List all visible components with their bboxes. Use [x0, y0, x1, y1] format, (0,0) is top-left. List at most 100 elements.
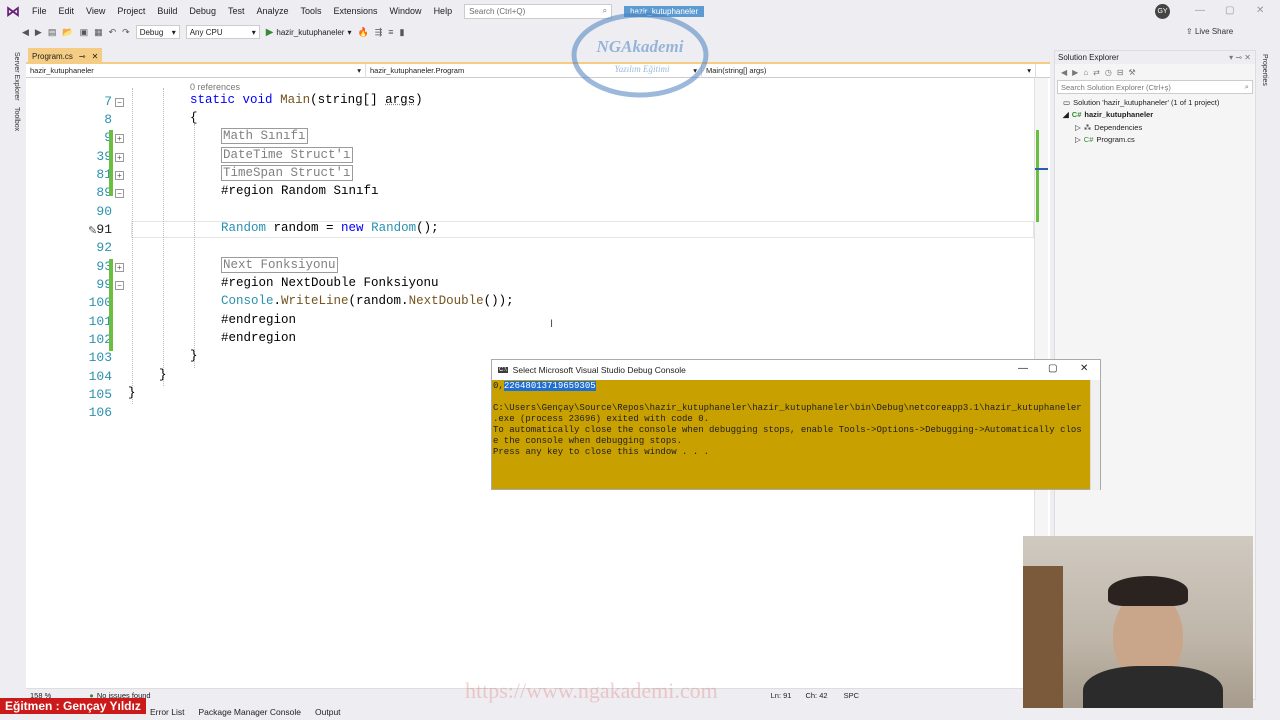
expand-icon[interactable]: +: [115, 263, 124, 272]
solution-search-input[interactable]: Search Solution Explorer (Ctrl+ş) ⌕: [1057, 80, 1253, 94]
menu-file[interactable]: File: [26, 6, 53, 16]
history-icon[interactable]: ◷: [1105, 68, 1112, 77]
menu-build[interactable]: Build: [151, 6, 183, 16]
menu-view[interactable]: View: [80, 6, 111, 16]
collapse-all-icon[interactable]: ⊟: [1117, 68, 1124, 77]
forward-icon[interactable]: ▶: [1072, 68, 1078, 77]
minimize-icon[interactable]: —: [1195, 5, 1205, 16]
bookmark-icon[interactable]: ▮: [400, 27, 405, 38]
hot-reload-icon[interactable]: 🔥: [357, 27, 368, 38]
expand-icon[interactable]: +: [115, 134, 124, 143]
save-all-icon[interactable]: ▦: [94, 27, 103, 38]
method-name: WriteLine: [281, 294, 349, 308]
right-tool-rail: Properties: [1258, 48, 1280, 700]
text-cursor-icon: I: [550, 318, 554, 330]
forward-icon[interactable]: ▶: [35, 27, 42, 38]
code-token: args: [385, 93, 416, 107]
configuration-value: Debug: [139, 27, 164, 37]
tab-output[interactable]: Output: [315, 707, 341, 717]
chevron-down-icon: ▾: [251, 27, 256, 37]
maximize-icon[interactable]: ▢: [1225, 5, 1234, 16]
maximize-icon[interactable]: ▢: [1048, 363, 1057, 374]
code-line-103: }: [190, 349, 198, 363]
undo-icon[interactable]: ↶: [109, 27, 117, 38]
menu-edit[interactable]: Edit: [53, 6, 81, 16]
tab-error-list[interactable]: Error List: [150, 707, 184, 717]
menu-project[interactable]: Project: [111, 6, 151, 16]
menu-tools[interactable]: Tools: [295, 6, 328, 16]
tree-item-dependencies[interactable]: ▷ ⁂ Dependencies: [1055, 121, 1255, 134]
close-icon[interactable]: ✕: [1256, 5, 1264, 16]
collapsed-region[interactable]: DateTime Struct'ı: [221, 147, 353, 163]
toolbox-tab[interactable]: Toolbox: [13, 107, 20, 131]
type-name: Console: [221, 294, 274, 308]
panel-close-icon[interactable]: ▾ ⊸ ✕: [1229, 53, 1255, 62]
tree-item-solution[interactable]: ▭ Solution 'hazir_kutuphaneler' (1 of 1 p…: [1055, 96, 1255, 109]
format-icon[interactable]: ⇶: [375, 27, 383, 38]
back-icon[interactable]: ◀: [22, 27, 29, 38]
console-output: 0,22648013719659305 C:\Users\Gençay\Sour…: [492, 380, 1100, 458]
console-title: Select Microsoft Visual Studio Debug Con…: [512, 365, 686, 375]
member-dropdown[interactable]: Main(string[] args) ▾: [702, 63, 1036, 78]
collapse-icon[interactable]: −: [115, 281, 124, 290]
project-dropdown[interactable]: hazir_kutuphaneler ▾: [26, 63, 366, 78]
pin-icon[interactable]: ⊸: [79, 52, 86, 61]
properties-icon[interactable]: ⚒: [1129, 68, 1136, 77]
collapsed-region[interactable]: Next Fonksiyonu: [221, 257, 338, 273]
bookshelf: [1023, 566, 1063, 708]
menu-extensions[interactable]: Extensions: [328, 6, 384, 16]
redo-icon[interactable]: ↷: [122, 27, 130, 38]
menu-help[interactable]: Help: [428, 6, 459, 16]
expand-icon[interactable]: +: [115, 171, 124, 180]
tab-package-manager-console[interactable]: Package Manager Console: [198, 707, 301, 717]
keyword: static: [190, 93, 236, 107]
menu-debug[interactable]: Debug: [183, 6, 222, 16]
logo-subtitle: Yazılım Eğitimi: [615, 64, 670, 74]
live-share-button[interactable]: ⇪ Live Share: [1186, 27, 1233, 36]
tree-item-program-cs[interactable]: ▷ C# Program.cs: [1055, 134, 1255, 147]
save-icon[interactable]: ▣: [80, 27, 89, 38]
sync-icon[interactable]: ⇄: [1093, 68, 1100, 77]
live-share-label: Live Share: [1194, 27, 1234, 36]
console-scrollbar[interactable]: [1090, 380, 1100, 490]
configuration-select[interactable]: Debug ▾: [135, 25, 180, 39]
code-line-93: Next Fonksiyonu: [221, 257, 338, 273]
tab-program-cs[interactable]: Program.cs ⊸ ✕: [28, 48, 103, 64]
close-icon[interactable]: ✕: [1080, 363, 1088, 374]
collapse-icon[interactable]: −: [115, 98, 124, 107]
csharp-project-icon: C#: [1071, 110, 1082, 120]
collapsed-region[interactable]: TimeSpan Struct'ı: [221, 165, 353, 181]
platform-select[interactable]: Any CPU ▾: [185, 25, 260, 39]
comment-icon[interactable]: ≡: [388, 27, 393, 37]
collapsed-arrow-icon: ▷: [1075, 135, 1081, 145]
expand-icon[interactable]: +: [115, 153, 124, 162]
back-icon[interactable]: ◀: [1061, 68, 1067, 77]
menu-test[interactable]: Test: [222, 6, 251, 16]
properties-tab[interactable]: Properties: [1261, 54, 1268, 86]
tree-item-project[interactable]: ◢ C# hazir_kutuphaneler: [1055, 109, 1255, 122]
close-tab-icon[interactable]: ✕: [92, 52, 99, 61]
quick-actions-icon[interactable]: ✎: [88, 224, 97, 237]
home-icon[interactable]: ⌂: [1083, 68, 1088, 77]
method-name: NextDouble: [408, 294, 484, 308]
collapsed-region[interactable]: Math Sınıfı: [221, 128, 308, 144]
minimize-icon[interactable]: —: [1018, 363, 1028, 374]
line-number: 100: [88, 295, 112, 310]
menu-analyze[interactable]: Analyze: [250, 6, 294, 16]
menu-window[interactable]: Window: [384, 6, 428, 16]
visual-studio-logo-icon: ⋈: [6, 2, 20, 19]
new-item-icon[interactable]: ▤: [48, 27, 57, 38]
avatar[interactable]: GY: [1155, 4, 1170, 19]
expanded-arrow-icon: ◢: [1063, 110, 1069, 120]
collapse-icon[interactable]: −: [115, 189, 124, 198]
debug-console-window[interactable]: C:\ Select Microsoft Visual Studio Debug…: [491, 359, 1101, 490]
tree-label: Program.cs: [1096, 135, 1135, 145]
instructor-hair: [1108, 576, 1188, 606]
solution-icon: ▭: [1063, 97, 1071, 107]
open-icon[interactable]: 📂: [62, 27, 73, 38]
start-debugging-button[interactable]: ▶ hazir_kutuphaneler ▾: [266, 27, 352, 38]
server-explorer-tab[interactable]: Server Explorer: [13, 52, 20, 101]
navigation-bar: hazir_kutuphaneler ▾ hazir_kutuphaneler.P…: [26, 63, 1050, 78]
codelens-references[interactable]: 0 references: [190, 82, 240, 92]
code-line-102: #endregion: [221, 331, 297, 345]
